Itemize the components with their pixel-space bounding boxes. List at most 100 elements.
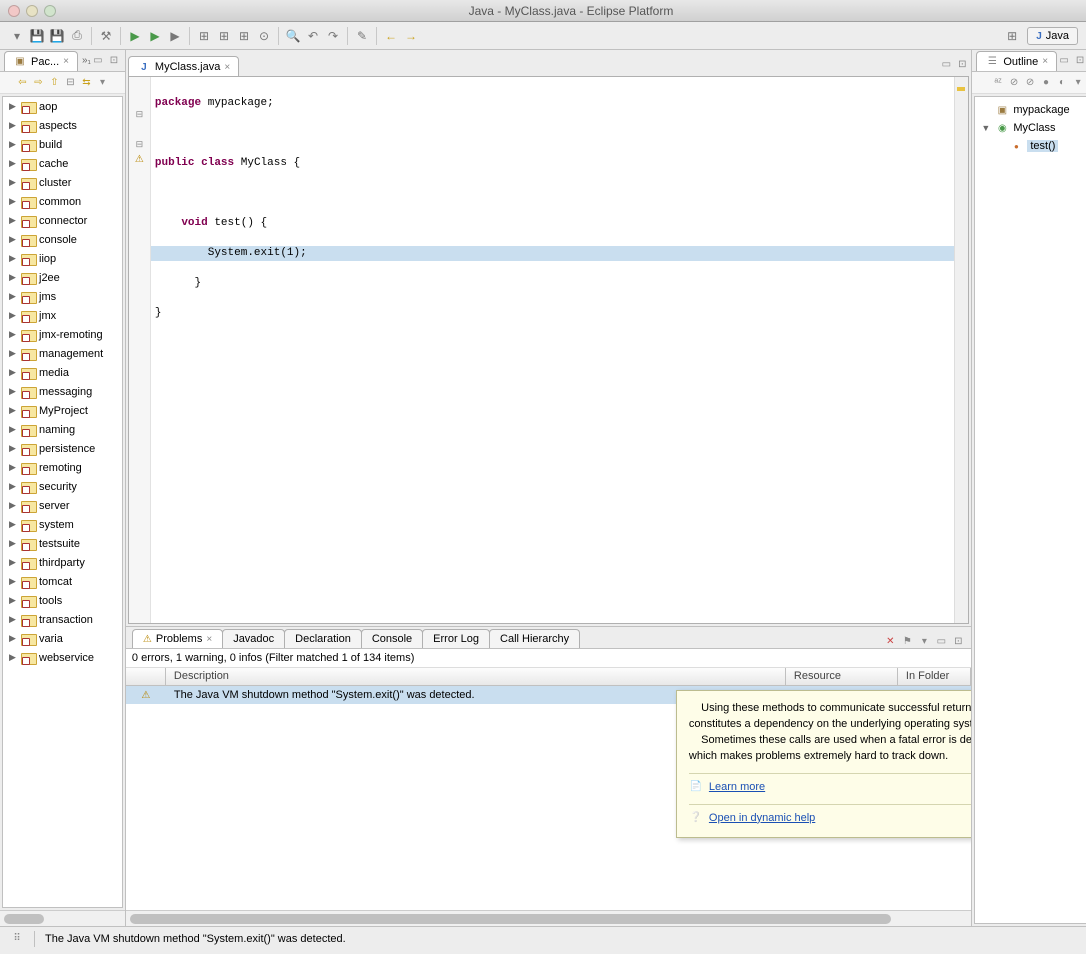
expand-icon[interactable]: ▶ [9, 120, 19, 131]
tree-item-aspects[interactable]: ▶aspects [3, 116, 122, 135]
col-resource[interactable]: Resource [786, 668, 898, 685]
tree-item-messaging[interactable]: ▶messaging [3, 382, 122, 401]
expand-icon[interactable]: ▶ [9, 196, 19, 207]
expand-icon[interactable]: ▶ [9, 253, 19, 264]
expand-icon[interactable]: ▶ [9, 348, 19, 359]
close-icon[interactable]: × [1042, 56, 1048, 67]
expand-icon[interactable]: ▶ [9, 272, 19, 283]
outline-tree[interactable]: mypackage ▼ MyClass test() [974, 96, 1086, 924]
fastview-icon[interactable]: ⠿ [10, 932, 24, 946]
expand-icon[interactable]: ▶ [9, 101, 19, 112]
expand-icon[interactable]: ▶ [9, 329, 19, 340]
col-folder[interactable]: In Folder [898, 668, 971, 685]
tree-item-security[interactable]: ▶security [3, 477, 122, 496]
search-icon[interactable]: 🔍 [284, 27, 302, 45]
up-icon[interactable]: ⇧ [47, 76, 61, 90]
forward-icon[interactable]: ⇨ [31, 76, 45, 90]
tab-console[interactable]: Console [361, 629, 423, 648]
tree-item-build[interactable]: ▶build [3, 135, 122, 154]
learn-more-link[interactable]: 📄 Learn more [689, 780, 971, 796]
new-class-icon[interactable]: ⊞ [215, 27, 233, 45]
expand-icon[interactable]: ▶ [9, 215, 19, 226]
save-icon[interactable]: 💾 [28, 27, 46, 45]
open-perspective-icon[interactable]: ⊞ [1003, 27, 1021, 45]
filter-icon[interactable]: ⚑ [900, 634, 914, 648]
minimize-window-button[interactable] [26, 5, 38, 17]
fold-icon[interactable]: ⊟ [129, 107, 150, 122]
tree-item-aop[interactable]: ▶aop [3, 97, 122, 116]
tree-item-console[interactable]: ▶console [3, 230, 122, 249]
expand-icon[interactable]: ▶ [9, 405, 19, 416]
expand-icon[interactable]: ▶ [9, 158, 19, 169]
collapse-all-icon[interactable]: ⊟ [63, 76, 77, 90]
expand-icon[interactable]: ▼ [981, 123, 991, 133]
package-explorer-tab[interactable]: Pac... × [4, 51, 78, 71]
tree-item-thirdparty[interactable]: ▶thirdparty [3, 553, 122, 572]
view-menu-icon[interactable]: ▾ [917, 634, 931, 648]
expand-icon[interactable]: ▶ [9, 462, 19, 473]
expand-icon[interactable]: ▶ [9, 177, 19, 188]
annotation-next-icon[interactable]: ↷ [324, 27, 342, 45]
tree-item-management[interactable]: ▶management [3, 344, 122, 363]
annotation-prev-icon[interactable]: ↶ [304, 27, 322, 45]
maximize-view-icon[interactable]: ⊡ [951, 634, 965, 648]
expand-icon[interactable]: ▶ [9, 234, 19, 245]
expand-icon[interactable]: ▶ [9, 367, 19, 378]
tree-item-remoting[interactable]: ▶remoting [3, 458, 122, 477]
tree-item-transaction[interactable]: ▶transaction [3, 610, 122, 629]
maximize-view-icon[interactable]: ⊡ [107, 54, 121, 68]
tree-item-MyProject[interactable]: ▶MyProject [3, 401, 122, 420]
hide-fields-icon[interactable]: ⊘ [1007, 76, 1021, 90]
horizontal-scrollbar[interactable] [0, 910, 125, 926]
tab-call-hierarchy[interactable]: Call Hierarchy [489, 629, 580, 648]
sort-icon[interactable]: ᵃᶻ [991, 76, 1005, 90]
tree-item-connector[interactable]: ▶connector [3, 211, 122, 230]
tree-item-server[interactable]: ▶server [3, 496, 122, 515]
tree-item-iiop[interactable]: ▶iiop [3, 249, 122, 268]
build-icon[interactable]: ⚒ [97, 27, 115, 45]
run-ext-icon[interactable]: ▶ [166, 27, 184, 45]
perspective-java[interactable]: Java [1027, 27, 1078, 45]
tree-item-tomcat[interactable]: ▶tomcat [3, 572, 122, 591]
nav-forward-icon[interactable]: → [402, 27, 420, 45]
tree-item-jmx-remoting[interactable]: ▶jmx-remoting [3, 325, 122, 344]
overview-ruler[interactable] [954, 77, 968, 623]
minimize-view-icon[interactable]: ▭ [91, 54, 105, 68]
expand-icon[interactable]: ▶ [9, 614, 19, 625]
expand-icon[interactable]: ▶ [9, 519, 19, 530]
new-icon[interactable]: ▾ [8, 27, 26, 45]
tree-item-cache[interactable]: ▶cache [3, 154, 122, 173]
tree-item-jms[interactable]: ▶jms [3, 287, 122, 306]
close-window-button[interactable] [8, 5, 20, 17]
expand-icon[interactable]: ▶ [9, 481, 19, 492]
warning-overview-mark[interactable] [957, 87, 965, 91]
expand-icon[interactable]: ▶ [9, 500, 19, 511]
code-text[interactable]: package mypackage; public class MyClass … [151, 77, 954, 623]
link-editor-icon[interactable]: ⇆ [79, 76, 93, 90]
expand-icon[interactable]: ▶ [9, 310, 19, 321]
tab-error-log[interactable]: Error Log [422, 629, 490, 648]
new-package-icon[interactable]: ⊞ [195, 27, 213, 45]
expand-icon[interactable]: ▶ [9, 557, 19, 568]
expand-icon[interactable]: ▶ [9, 443, 19, 454]
tree-item-tools[interactable]: ▶tools [3, 591, 122, 610]
minimize-view-icon[interactable]: ▭ [934, 634, 948, 648]
zoom-window-button[interactable] [44, 5, 56, 17]
code-editor[interactable]: ⊟ ⊟ ⚠ package mypackage; public class My… [128, 76, 969, 624]
tab-overflow[interactable]: »₁ [82, 55, 91, 66]
view-menu-icon[interactable]: ▾ [1071, 76, 1085, 90]
horizontal-scrollbar[interactable] [126, 910, 971, 926]
close-icon[interactable]: × [206, 634, 212, 645]
package-tree[interactable]: ▶aop▶aspects▶build▶cache▶cluster▶common▶… [2, 96, 123, 908]
tree-item-webservice[interactable]: ▶webservice [3, 648, 122, 667]
outline-class[interactable]: ▼ MyClass [975, 119, 1086, 137]
expand-icon[interactable]: ▶ [9, 652, 19, 663]
delete-icon[interactable]: ✕ [883, 634, 897, 648]
expand-icon[interactable]: ▶ [9, 291, 19, 302]
print-icon[interactable]: ⎙ [68, 27, 86, 45]
close-icon[interactable]: × [63, 56, 69, 67]
tree-item-cluster[interactable]: ▶cluster [3, 173, 122, 192]
expand-icon[interactable]: ▶ [9, 424, 19, 435]
hide-local-icon[interactable]: ◐ [1055, 76, 1069, 90]
fold-icon[interactable]: ⊟ [129, 137, 150, 152]
